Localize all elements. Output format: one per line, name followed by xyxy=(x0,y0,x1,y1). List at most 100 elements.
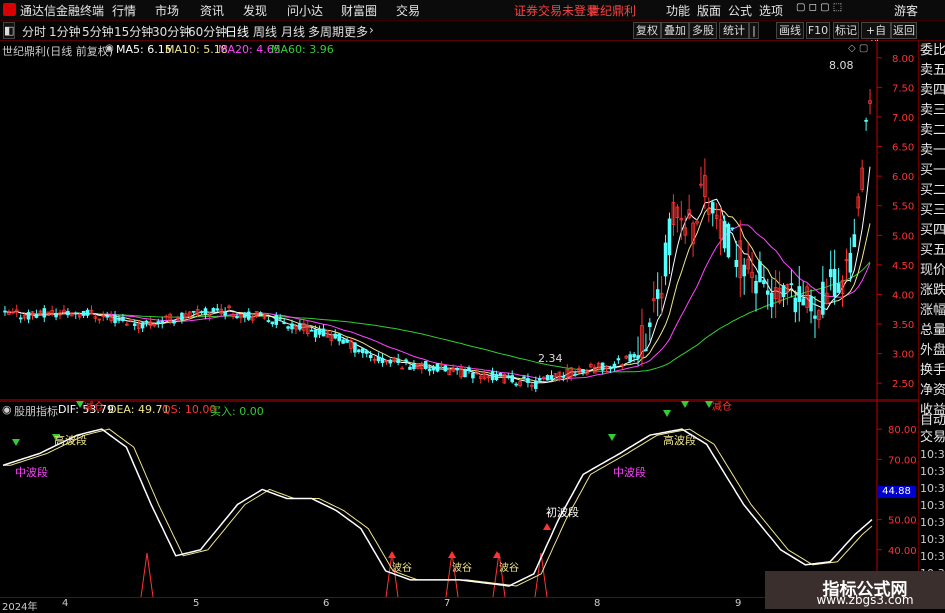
menu-market[interactable]: 市场 xyxy=(155,2,179,19)
restore-rights-button[interactable]: 复权 xyxy=(633,22,661,39)
auto-trade-label[interactable]: 交易 xyxy=(920,430,945,445)
menu-ask[interactable]: 问小达 xyxy=(287,2,323,19)
watermark-url: www.zbgs3.com xyxy=(816,593,914,607)
candle-body xyxy=(290,323,294,330)
candle-body xyxy=(789,283,794,286)
candle-body xyxy=(270,321,275,325)
quote-panel: 委比 卖五 卖四 卖三 卖二 卖一 买一 买二 买三 买四 买五 现价 涨跌 涨幅 总量 外盘 换手 净资 收益 自动… xyxy=(918,41,945,609)
time-label: 10:38 xyxy=(920,533,945,546)
candle-body xyxy=(781,285,786,298)
quote-field-label: 现价 xyxy=(920,263,945,278)
candle-body xyxy=(423,360,428,369)
f10-button[interactable]: F10 xyxy=(806,22,830,39)
tab-30min[interactable]: 30分钟 xyxy=(152,23,191,40)
settings-dot-icon[interactable]: ◉ xyxy=(105,43,114,54)
chart-options-icon[interactable]: ◇ ▢ xyxy=(848,43,868,54)
annotation-reduce-1: 减仓 xyxy=(84,402,104,413)
candle-body xyxy=(828,269,833,278)
annotation-trough-3: 波谷 xyxy=(499,563,519,574)
time-label: 10:38 xyxy=(920,499,945,512)
candle-body xyxy=(180,312,184,321)
annotation-mid-wave-1: 中波段 xyxy=(15,466,48,479)
candle-body xyxy=(754,280,758,294)
candle-body xyxy=(321,328,326,337)
user-label[interactable]: 游客 xyxy=(894,2,918,19)
candle-body xyxy=(246,311,251,320)
candle-body xyxy=(655,289,660,299)
candle-body xyxy=(274,314,279,325)
tab-15min[interactable]: 15分钟 xyxy=(114,23,153,40)
candle-body xyxy=(648,322,652,327)
indicator-chart[interactable]: 80.0070.0060.0050.0040.0030.00 xyxy=(0,401,945,597)
quote-field-label: 涨幅 xyxy=(920,303,945,318)
menu-options[interactable]: 选项 xyxy=(759,2,783,19)
draw-line-button[interactable]: 画线 xyxy=(776,22,804,39)
indicator-settings-icon[interactable]: ◉ xyxy=(2,403,12,416)
candle-body xyxy=(636,355,640,359)
mark-button[interactable]: 标记 xyxy=(833,22,859,39)
candle-body xyxy=(848,252,853,273)
quote-field-label: 买四 xyxy=(920,223,945,238)
statistics-button[interactable]: 统计 xyxy=(719,22,749,39)
candle-body xyxy=(388,359,393,364)
main-ytick-label: 8.00 xyxy=(892,54,914,65)
menu-wealth[interactable]: 财富圈 xyxy=(341,2,377,19)
chevron-right-icon[interactable]: › xyxy=(369,23,374,37)
candle-body xyxy=(81,311,86,316)
quote-field-label: 卖四 xyxy=(920,83,945,98)
candle-body xyxy=(762,280,766,285)
auto-trade-label[interactable]: 自动 xyxy=(920,413,945,428)
tab-weekly[interactable]: 周线 xyxy=(253,23,277,40)
tab-more[interactable]: 更多 xyxy=(344,23,368,40)
tab-daily[interactable]: 日线 xyxy=(225,23,249,40)
candle-body xyxy=(313,329,318,338)
candle-body xyxy=(632,354,636,358)
candle-body xyxy=(298,323,302,330)
candle-body xyxy=(26,312,31,320)
candle-body xyxy=(121,316,125,322)
indicator-name[interactable]: 股朋指标 xyxy=(14,403,58,419)
candle-body xyxy=(832,268,837,297)
candle-body xyxy=(581,369,585,373)
menu-discover[interactable]: 发现 xyxy=(243,2,267,19)
quote-field-label: 外盘 xyxy=(920,343,945,358)
add-favorite-button[interactable]: +自选 xyxy=(861,22,891,52)
kline-chart[interactable]: 8.00 7.50 7.00 6.50 6.00 5.50 5.00 4.50 4.00 3.50… xyxy=(0,41,945,401)
login-notice[interactable]: 证券交易未登录 xyxy=(514,2,598,19)
candle-body xyxy=(85,309,90,316)
sub-ytick-label: 50.00 xyxy=(888,516,917,527)
menu-quotes[interactable]: 行情 xyxy=(112,2,136,19)
overlay-button[interactable]: 叠加 xyxy=(661,22,689,39)
candle-body xyxy=(608,367,613,370)
menu-trade[interactable]: 交易 xyxy=(396,2,420,19)
candle-body xyxy=(408,366,412,370)
multi-stock-button[interactable]: 多股 xyxy=(689,22,717,39)
menu-formula[interactable]: 公式 xyxy=(728,2,752,19)
sidebar-toggle-icon[interactable]: ◧ xyxy=(3,22,15,39)
menu-function[interactable]: 功能 xyxy=(666,2,690,19)
candle-body xyxy=(235,316,239,319)
candle-body xyxy=(667,218,672,256)
candle-body xyxy=(494,374,499,381)
candle-body xyxy=(364,350,369,354)
candle-body xyxy=(309,329,314,332)
candle-body xyxy=(243,312,247,318)
menu-news[interactable]: 资讯 xyxy=(200,2,224,19)
stock-name: 世纪鼎利 xyxy=(588,4,637,18)
window-controls[interactable]: ▢ ◻ ▢ ⬚ xyxy=(796,2,842,13)
tab-1min[interactable]: 1分钟 xyxy=(49,23,81,40)
candle-body xyxy=(526,378,530,383)
menu-layout[interactable]: 版面 xyxy=(697,2,721,19)
candle-body xyxy=(368,354,373,359)
tab-60min[interactable]: 60分钟 xyxy=(188,23,227,40)
tab-5min[interactable]: 5分钟 xyxy=(82,23,114,40)
tab-intraday[interactable]: 分时 xyxy=(22,23,46,40)
candle-body xyxy=(522,376,526,379)
tab-monthly[interactable]: 月线 xyxy=(281,23,305,40)
time-label: 10:38 xyxy=(920,550,945,563)
back-button[interactable]: 返回 xyxy=(891,22,917,39)
candle-body xyxy=(396,358,400,363)
candle-body xyxy=(431,366,436,371)
high-price-label: 8.08 xyxy=(829,59,854,72)
tab-multi-period[interactable]: 多周期 xyxy=(308,23,344,40)
